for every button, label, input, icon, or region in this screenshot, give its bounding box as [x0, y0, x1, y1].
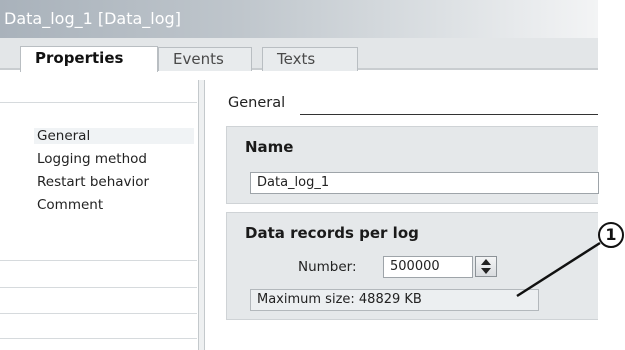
sidebar-item-general[interactable]: General: [34, 128, 194, 144]
sidebar-divider: [0, 260, 197, 261]
number-stepper[interactable]: [475, 256, 497, 277]
data-records-group: Data records per log Number: 500000 Maxi…: [226, 212, 598, 320]
maximum-size-field: Maximum size: 48829 KB: [250, 289, 539, 311]
stepper-down-icon[interactable]: [481, 268, 491, 274]
sidebar-divider: [0, 313, 197, 314]
tab-events[interactable]: Events: [158, 47, 252, 71]
number-label: Number:: [298, 259, 357, 275]
sidebar-item-logging-method[interactable]: Logging method: [37, 151, 147, 167]
tab-strip: Properties Events Texts: [0, 38, 598, 72]
sidebar-divider: [0, 338, 197, 339]
data-records-group-title: Data records per log: [245, 224, 419, 242]
tab-properties-label: Properties: [35, 49, 124, 67]
tab-texts-label: Texts: [277, 50, 316, 68]
sidebar-item-label: General: [37, 128, 91, 144]
sidebar-splitter[interactable]: [198, 80, 205, 350]
number-field[interactable]: 500000: [383, 256, 473, 278]
sidebar-item-label: Logging method: [37, 151, 147, 167]
sidebar-item-label: Comment: [37, 197, 104, 213]
tab-texts[interactable]: Texts: [262, 47, 358, 71]
name-group-title: Name: [245, 138, 294, 156]
tab-properties[interactable]: Properties: [20, 46, 158, 72]
sidebar-item-label: Restart behavior: [37, 174, 150, 190]
name-field-value: Data_log_1: [257, 175, 330, 190]
window-title-bar: Data_log_1 [Data_log]: [0, 0, 598, 38]
tab-events-label: Events: [173, 50, 224, 68]
name-group: Name Data_log_1: [226, 126, 599, 204]
sidebar-divider: [0, 102, 197, 103]
callout-number: 1: [605, 225, 617, 244]
name-field[interactable]: Data_log_1: [250, 172, 599, 194]
section-divider: [300, 114, 598, 115]
window-title: Data_log_1 [Data_log]: [4, 9, 181, 28]
sidebar-item-comment[interactable]: Comment: [37, 197, 103, 213]
section-title-general: General: [228, 95, 286, 111]
sidebar-item-restart-behavior[interactable]: Restart behavior: [37, 174, 149, 190]
sidebar-divider: [0, 287, 197, 288]
stepper-up-icon[interactable]: [481, 259, 491, 265]
number-field-value: 500000: [390, 259, 440, 274]
maximum-size-value: Maximum size: 48829 KB: [257, 292, 422, 307]
